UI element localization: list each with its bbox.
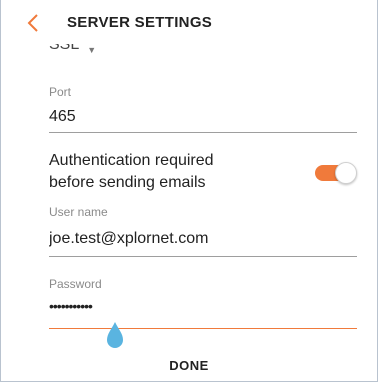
authentication-toggle[interactable] [315,162,357,184]
password-input[interactable]: ••••••••••• [49,298,349,320]
toggle-knob [335,162,357,184]
done-button[interactable]: DONE [1,358,377,373]
username-label: User name [49,205,108,219]
password-label: Password [49,277,102,291]
security-type-dropdown[interactable]: SSL ▼ [49,44,96,60]
authentication-label: Authentication required before sending e… [49,150,279,194]
page-title: SERVER SETTINGS [67,14,213,31]
security-type-value: SSL [49,44,80,53]
username-underline [49,256,357,257]
port-input[interactable] [49,106,349,128]
username-input[interactable] [49,228,349,250]
port-underline [49,132,357,133]
top-bar: SERVER SETTINGS [1,0,377,46]
chevron-left-icon [27,14,38,32]
authentication-label-line1: Authentication required [49,152,214,169]
chevron-down-icon: ▼ [87,45,97,55]
server-settings-screen: SERVER SETTINGS SSL ▼ Port Authenticatio… [0,0,378,382]
port-label: Port [49,85,72,99]
text-cursor-handle-icon[interactable] [105,320,125,350]
authentication-label-line2: before sending emails [49,174,206,191]
back-button[interactable] [23,10,43,36]
password-underline [49,328,357,329]
